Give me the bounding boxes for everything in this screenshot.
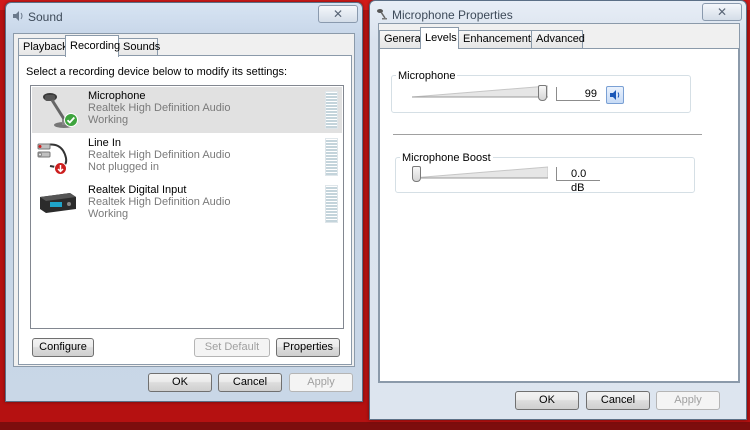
speaker-icon: [610, 90, 620, 100]
desktop-background-bottom: [0, 422, 750, 430]
configure-button[interactable]: Configure: [32, 338, 94, 357]
instruction-text: Select a recording device below to modif…: [26, 66, 288, 78]
device-driver: Realtek High Definition Audio: [88, 102, 231, 114]
sound-titlebar[interactable]: Sound ✕: [6, 3, 362, 29]
device-driver: Realtek High Definition Audio: [88, 196, 231, 208]
cancel-button[interactable]: Cancel: [218, 373, 282, 392]
separator: [393, 134, 702, 135]
slider-ramp: [412, 85, 548, 98]
tab-general[interactable]: General: [379, 30, 423, 49]
ok-button[interactable]: OK: [515, 391, 579, 410]
window-title: Microphone Properties: [392, 8, 513, 22]
apply-button[interactable]: Apply: [656, 391, 720, 410]
tab-advanced[interactable]: Advanced: [531, 30, 585, 49]
microphone-boost-value[interactable]: 0.0 dB: [556, 167, 600, 194]
tab-enhancements[interactable]: Enhancements: [458, 30, 536, 49]
microphone-level-label: Microphone: [396, 70, 458, 82]
microphone-boost-slider[interactable]: [412, 164, 548, 186]
slider-ramp: [412, 166, 548, 179]
level-meter: [325, 138, 338, 176]
level-meter: [325, 91, 338, 129]
device-driver: Realtek High Definition Audio: [88, 149, 231, 161]
cancel-button[interactable]: Cancel: [586, 391, 650, 410]
mute-button[interactable]: [606, 86, 624, 104]
microphone-properties-window: Microphone Properties ✕ General Levels E…: [369, 0, 747, 420]
properties-button[interactable]: Properties: [276, 338, 340, 357]
device-name: Microphone: [88, 90, 146, 102]
list-item-line-in[interactable]: Line In Realtek High Definition Audio No…: [32, 134, 342, 180]
device-status: Not plugged in: [88, 161, 159, 173]
tab-levels[interactable]: Levels: [420, 27, 459, 49]
slider-thumb[interactable]: [412, 166, 421, 182]
slider-thumb[interactable]: [538, 85, 547, 101]
microphone-icon: [377, 9, 387, 20]
apply-button[interactable]: Apply: [289, 373, 353, 392]
list-item-microphone[interactable]: Microphone Realtek High Definition Audio…: [32, 87, 342, 133]
device-name: Realtek Digital Input: [88, 184, 187, 196]
device-status: Working: [88, 114, 129, 126]
device-status: Working: [88, 208, 129, 220]
microphone-level-slider[interactable]: [412, 83, 548, 105]
speaker-icon: [13, 11, 23, 21]
close-button[interactable]: ✕: [702, 3, 742, 21]
list-item-digital-input[interactable]: Realtek Digital Input Realtek High Defin…: [32, 181, 342, 227]
digital-input-device-icon: [40, 193, 76, 213]
device-name: Line In: [88, 137, 122, 149]
set-default-button[interactable]: Set Default: [194, 338, 270, 357]
unplugged-arrow-icon: [54, 162, 67, 175]
tab-recording[interactable]: Recording: [65, 35, 120, 57]
sound-window: Sound ✕ Playback Recording Sounds Select…: [5, 2, 363, 402]
close-button[interactable]: ✕: [318, 5, 358, 23]
window-title: Sound: [28, 10, 63, 24]
device-list: Microphone Realtek High Definition Audio…: [30, 85, 344, 329]
microphone-boost-label: Microphone Boost: [400, 152, 493, 164]
microphone-level-value[interactable]: 99: [556, 87, 600, 101]
ok-button[interactable]: OK: [148, 373, 212, 392]
default-check-icon: [64, 113, 78, 127]
level-meter: [325, 185, 338, 223]
